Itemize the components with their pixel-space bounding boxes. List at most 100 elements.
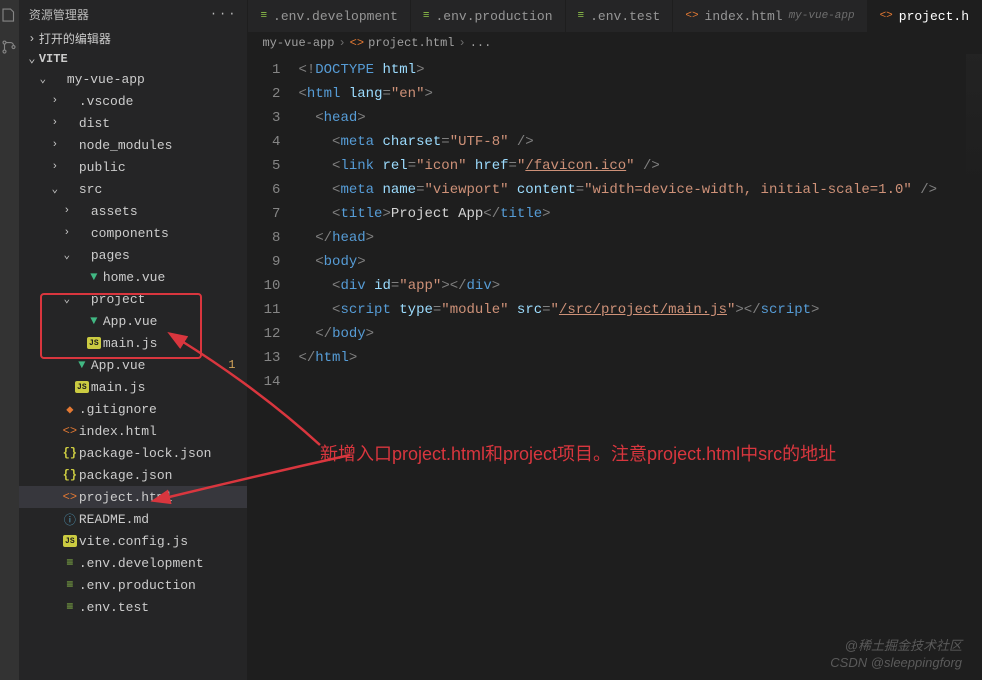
chevron-right-icon: ›	[61, 205, 73, 217]
tree-item-label: App.vue	[103, 314, 158, 329]
code-line[interactable]: <meta name="viewport" content="width=dev…	[298, 178, 982, 202]
tree-item-label: components	[91, 226, 169, 241]
file-tree: ⌄my-vue-app›.vscode›dist›node_modules›pu…	[19, 68, 248, 680]
info-icon: ⓘ	[61, 511, 79, 528]
workspace-label: VITE	[39, 52, 68, 66]
code-line[interactable]: <html lang="en">	[298, 82, 982, 106]
tree-item-my-vue-app[interactable]: ⌄my-vue-app	[19, 68, 248, 90]
tree-item-index-html[interactable]: <>index.html	[19, 420, 248, 442]
tree-item-label: main.js	[103, 336, 158, 351]
source-control-icon[interactable]	[0, 38, 18, 56]
vue-icon: ▼	[85, 314, 103, 328]
tree-item-label: .gitignore	[79, 402, 157, 417]
annotation-text: 新增入口project.html和project项目。注意project.htm…	[320, 440, 836, 466]
tree-item-project[interactable]: ⌄project	[19, 288, 248, 310]
tree-item-label: node_modules	[79, 138, 173, 153]
tab-project-h[interactable]: <>project.h	[868, 0, 982, 32]
code-line[interactable]: <script type="module" src="/src/project/…	[298, 298, 982, 322]
env-icon: ≡	[61, 556, 79, 570]
code-line[interactable]	[298, 370, 982, 394]
chevron-down-icon: ⌄	[61, 292, 73, 306]
tree-item-app-vue[interactable]: ▼App.vue1	[19, 354, 248, 376]
tree-item-label: package-lock.json	[79, 446, 212, 461]
tree-item--gitignore[interactable]: ◆.gitignore	[19, 398, 248, 420]
tab-index-html[interactable]: <>index.htmlmy-vue-app	[673, 0, 867, 32]
tree-item--env-production[interactable]: ≡.env.production	[19, 574, 248, 596]
tree-item-main-js[interactable]: JSmain.js	[19, 332, 248, 354]
tree-item-vite-config-js[interactable]: JSvite.config.js	[19, 530, 248, 552]
js-icon: JS	[85, 337, 103, 349]
tab-label: .env.development	[273, 9, 398, 24]
tree-item-package-lock-json[interactable]: {}package-lock.json	[19, 442, 248, 464]
line-number: 13	[248, 346, 280, 370]
tree-item-src[interactable]: ⌄src	[19, 178, 248, 200]
vue-icon: ▼	[73, 358, 91, 372]
chevron-right-icon: ›	[49, 95, 61, 107]
tree-item-node-modules[interactable]: › node_modules	[19, 134, 248, 156]
tree-item-package-json[interactable]: {}package.json	[19, 464, 248, 486]
code-line[interactable]: <head>	[298, 106, 982, 130]
minimap[interactable]	[966, 54, 982, 394]
tree-item--vscode[interactable]: › .vscode	[19, 90, 248, 112]
tree-item-label: my-vue-app	[67, 72, 145, 87]
vue-icon: ▼	[85, 270, 103, 284]
code-line[interactable]: <!DOCTYPE html>	[298, 58, 982, 82]
tree-item--env-test[interactable]: ≡.env.test	[19, 596, 248, 618]
tree-item-public[interactable]: ›public	[19, 156, 248, 178]
tree-item-label: .env.test	[79, 600, 149, 615]
env-icon: ≡	[260, 10, 267, 22]
tree-item-main-js[interactable]: JSmain.js	[19, 376, 248, 398]
tab--env-production[interactable]: ≡.env.production	[411, 0, 566, 32]
chevron-right-icon: ›	[49, 139, 61, 151]
chevron-right-icon: ›	[25, 32, 39, 46]
tree-item-home-vue[interactable]: ▼home.vue	[19, 266, 248, 288]
code-line[interactable]: </head>	[298, 226, 982, 250]
tab-label: project.h	[899, 9, 969, 24]
explorer-title: 资源管理器	[29, 6, 89, 23]
code-line[interactable]: <link rel="icon" href="/favicon.ico" />	[298, 154, 982, 178]
code-content[interactable]: <!DOCTYPE html><html lang="en"> <head> <…	[298, 58, 982, 680]
workspace-section[interactable]: ⌄ VITE	[19, 49, 248, 68]
js-icon: JS	[73, 381, 91, 393]
tree-item-readme-md[interactable]: ⓘREADME.md	[19, 508, 248, 530]
tree-item-app-vue[interactable]: ▼App.vue	[19, 310, 248, 332]
watermark-line1: @稀土掘金技术社区	[830, 638, 962, 655]
line-number: 8	[248, 226, 280, 250]
chevron-down-icon: ⌄	[25, 51, 39, 66]
watermark-line2: CSDN @sleeppingforg	[830, 655, 962, 672]
tree-item-pages[interactable]: ⌄pages	[19, 244, 248, 266]
tree-item--env-development[interactable]: ≡.env.development	[19, 552, 248, 574]
code-line[interactable]: <title>Project App</title>	[298, 202, 982, 226]
activity-bar	[0, 0, 19, 680]
chevron-right-icon: ›	[49, 117, 61, 129]
breadcrumb[interactable]: my-vue-app › <> project.html › ...	[248, 32, 982, 54]
code-line[interactable]: <meta charset="UTF-8" />	[298, 130, 982, 154]
open-editors-section[interactable]: › 打开的编辑器	[19, 28, 248, 49]
chevron-down-icon: ⌄	[49, 182, 61, 196]
env-icon: ≡	[578, 10, 585, 22]
code-line[interactable]: <body>	[298, 250, 982, 274]
tree-item-project-html[interactable]: <>project.html	[19, 486, 248, 508]
tab-label: index.html	[705, 9, 783, 24]
tree-item-label: .env.production	[79, 578, 196, 593]
tree-item-components[interactable]: ›components	[19, 222, 248, 244]
tree-item-assets[interactable]: ›assets	[19, 200, 248, 222]
env-icon: ≡	[61, 578, 79, 592]
files-icon[interactable]	[0, 6, 18, 24]
tree-item-label: .vscode	[79, 94, 134, 109]
tab--env-test[interactable]: ≡.env.test	[566, 0, 674, 32]
code-line[interactable]: <div id="app"></div>	[298, 274, 982, 298]
line-number: 11	[248, 298, 280, 322]
tree-item-dist[interactable]: ›dist	[19, 112, 248, 134]
html-icon: <>	[61, 490, 79, 504]
code-line[interactable]: </html>	[298, 346, 982, 370]
more-icon[interactable]: ···	[210, 7, 238, 21]
code-editor[interactable]: 1234567891011121314 <!DOCTYPE html><html…	[248, 54, 982, 680]
line-number: 12	[248, 322, 280, 346]
tab--env-development[interactable]: ≡ .env.development	[248, 0, 410, 32]
code-line[interactable]: </body>	[298, 322, 982, 346]
chevron-down-icon: ⌄	[61, 248, 73, 262]
line-number: 2	[248, 82, 280, 106]
env-icon: ≡	[423, 10, 430, 22]
tree-item-label: vite.config.js	[79, 534, 188, 549]
